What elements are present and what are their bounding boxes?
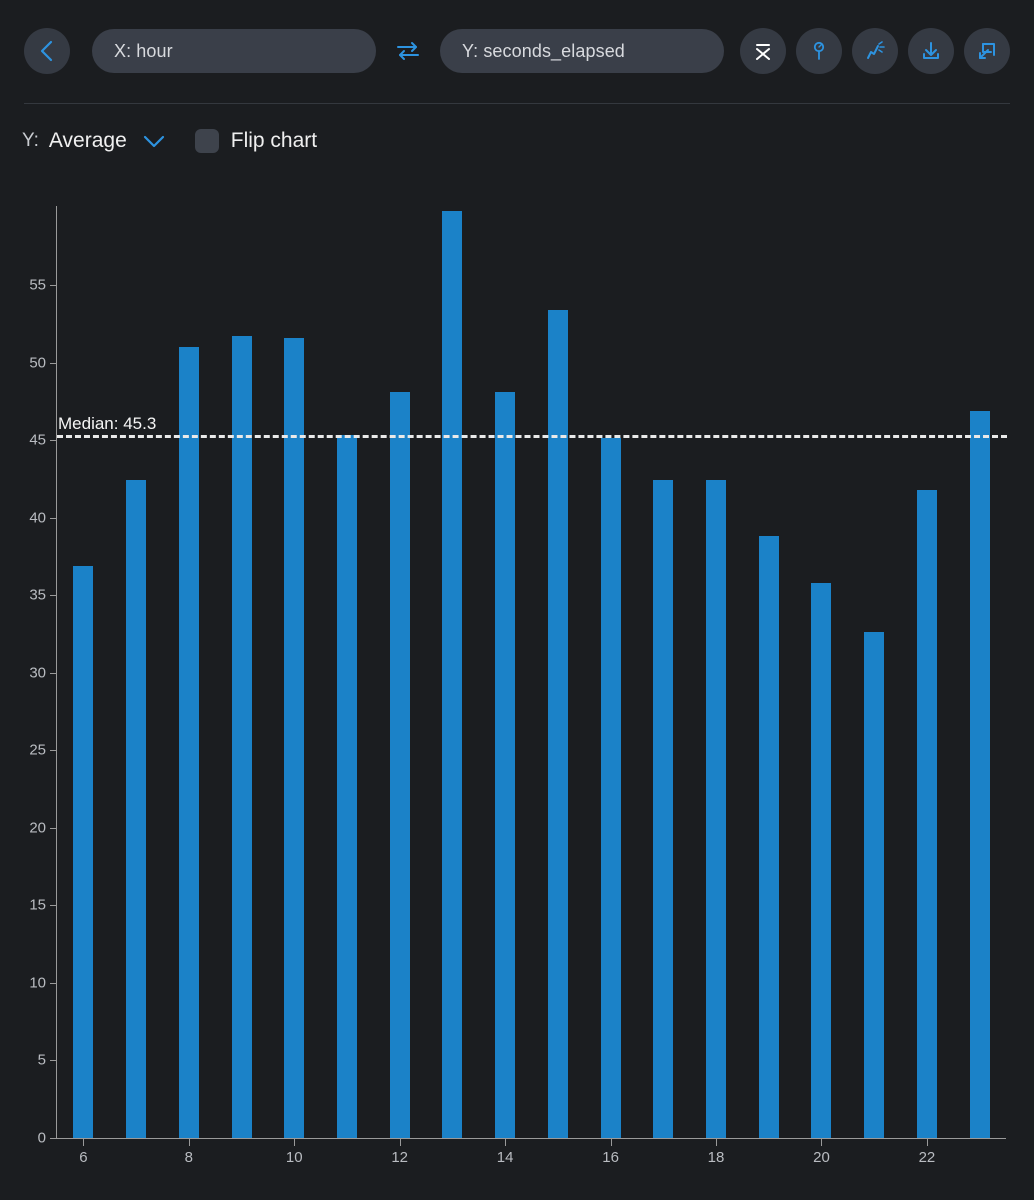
bar-7[interactable] [126,480,147,1138]
x-tick-mark [716,1139,718,1146]
y-tick-mark [50,440,57,442]
bar-9[interactable] [231,336,252,1138]
x-tick-mark [926,1139,928,1146]
x-tick-label: 18 [707,1149,725,1166]
y-tick-mark [50,362,57,364]
expand-external-icon [975,39,999,63]
y-tick-label: 30 [29,664,46,682]
bar-21[interactable] [864,632,885,1138]
x-axis-field[interactable]: X: hour [92,29,376,73]
y-tick-mark [50,1138,57,1139]
x-tick-label: 16 [602,1149,619,1166]
flip-chart-label[interactable]: Flip chart [231,129,317,153]
bar-11[interactable] [336,435,357,1138]
y-tick-mark [50,672,57,674]
x-tick-mark [399,1139,401,1146]
x-tick-mark [188,1139,190,1146]
y-axis-field[interactable]: Y: seconds_elapsed [440,29,724,73]
x-axis-field-value: X: hour [114,40,173,61]
x-tick-label: 6 [79,1149,88,1166]
y-tick-mark [50,982,57,984]
y-prefix-label: Y: [22,130,39,151]
bar-13[interactable] [442,210,463,1138]
bar-22[interactable] [916,489,937,1138]
bar-10[interactable] [284,337,305,1138]
back-button[interactable] [24,28,70,74]
chevron-down-icon[interactable] [141,132,167,150]
x-tick-mark [821,1139,823,1146]
pin-marker-button[interactable] [796,28,842,74]
x-tick-mark [294,1139,296,1146]
magic-trend-icon [863,39,887,63]
bar-23[interactable] [969,410,990,1138]
y-tick-label: 0 [37,1129,46,1147]
x-tick-label: 10 [285,1149,303,1166]
bar-14[interactable] [495,391,516,1138]
expand-button[interactable] [964,28,1010,74]
x-tick-label: 12 [391,1149,409,1166]
bar-16[interactable] [600,438,621,1138]
bar-18[interactable] [706,480,727,1138]
x-axis-line [56,1138,1006,1139]
bar-6[interactable] [73,565,94,1138]
pin-marker-icon [808,39,830,63]
toolbar-divider [24,103,1010,104]
y-tick-mark [50,905,57,907]
x-tick-mark [610,1139,612,1146]
median-label: Median: 45.3 [58,414,157,434]
download-button[interactable] [908,28,954,74]
y-tick-label: 50 [29,354,46,371]
swap-arrows-icon [395,39,421,63]
y-tick-mark [50,827,57,829]
flip-chart-checkbox[interactable] [194,129,219,153]
y-tick-label: 15 [29,896,46,914]
y-tick-label: 40 [29,509,46,527]
mean-xbar-icon [752,39,774,63]
x-tick-label: 20 [813,1149,830,1166]
aggregate-select[interactable]: Average [49,129,127,153]
download-icon [919,39,943,63]
magic-trend-button[interactable] [852,28,898,74]
y-tick-label: 55 [29,276,46,294]
bar-15[interactable] [547,309,568,1138]
y-tick-label: 35 [29,586,46,604]
y-tick-mark [50,284,57,286]
y-tick-mark [50,595,57,597]
x-tick-label: 14 [496,1149,514,1166]
y-tick-mark [50,1060,57,1062]
bar-17[interactable] [653,480,674,1138]
bar-19[interactable] [758,536,779,1138]
x-tick-label: 22 [918,1149,936,1166]
swap-axes-button[interactable] [386,39,430,63]
y-tick-label: 10 [29,974,46,992]
y-tick-mark [50,750,57,752]
bar-12[interactable] [389,391,410,1138]
toolbar-icon-group [740,28,1010,74]
aggregate-controls: Y: Average Flip chart [22,122,317,160]
x-tick-label: 8 [184,1149,193,1166]
median-line [57,435,1007,439]
x-tick-mark [83,1139,85,1146]
bar-8[interactable] [178,346,199,1138]
bar-20[interactable] [811,582,832,1138]
y-tick-label: 45 [29,431,46,449]
top-toolbar: X: hour Y: seconds_elapsed [0,0,1034,102]
chevron-left-icon [37,39,57,63]
x-tick-mark [505,1139,507,1146]
y-tick-label: 25 [29,741,46,759]
y-tick-label: 20 [29,819,46,837]
y-tick-label: 5 [37,1051,46,1069]
y-tick-mark [50,517,57,519]
mean-toggle-button[interactable] [740,28,786,74]
y-axis-field-value: Y: seconds_elapsed [462,40,625,61]
